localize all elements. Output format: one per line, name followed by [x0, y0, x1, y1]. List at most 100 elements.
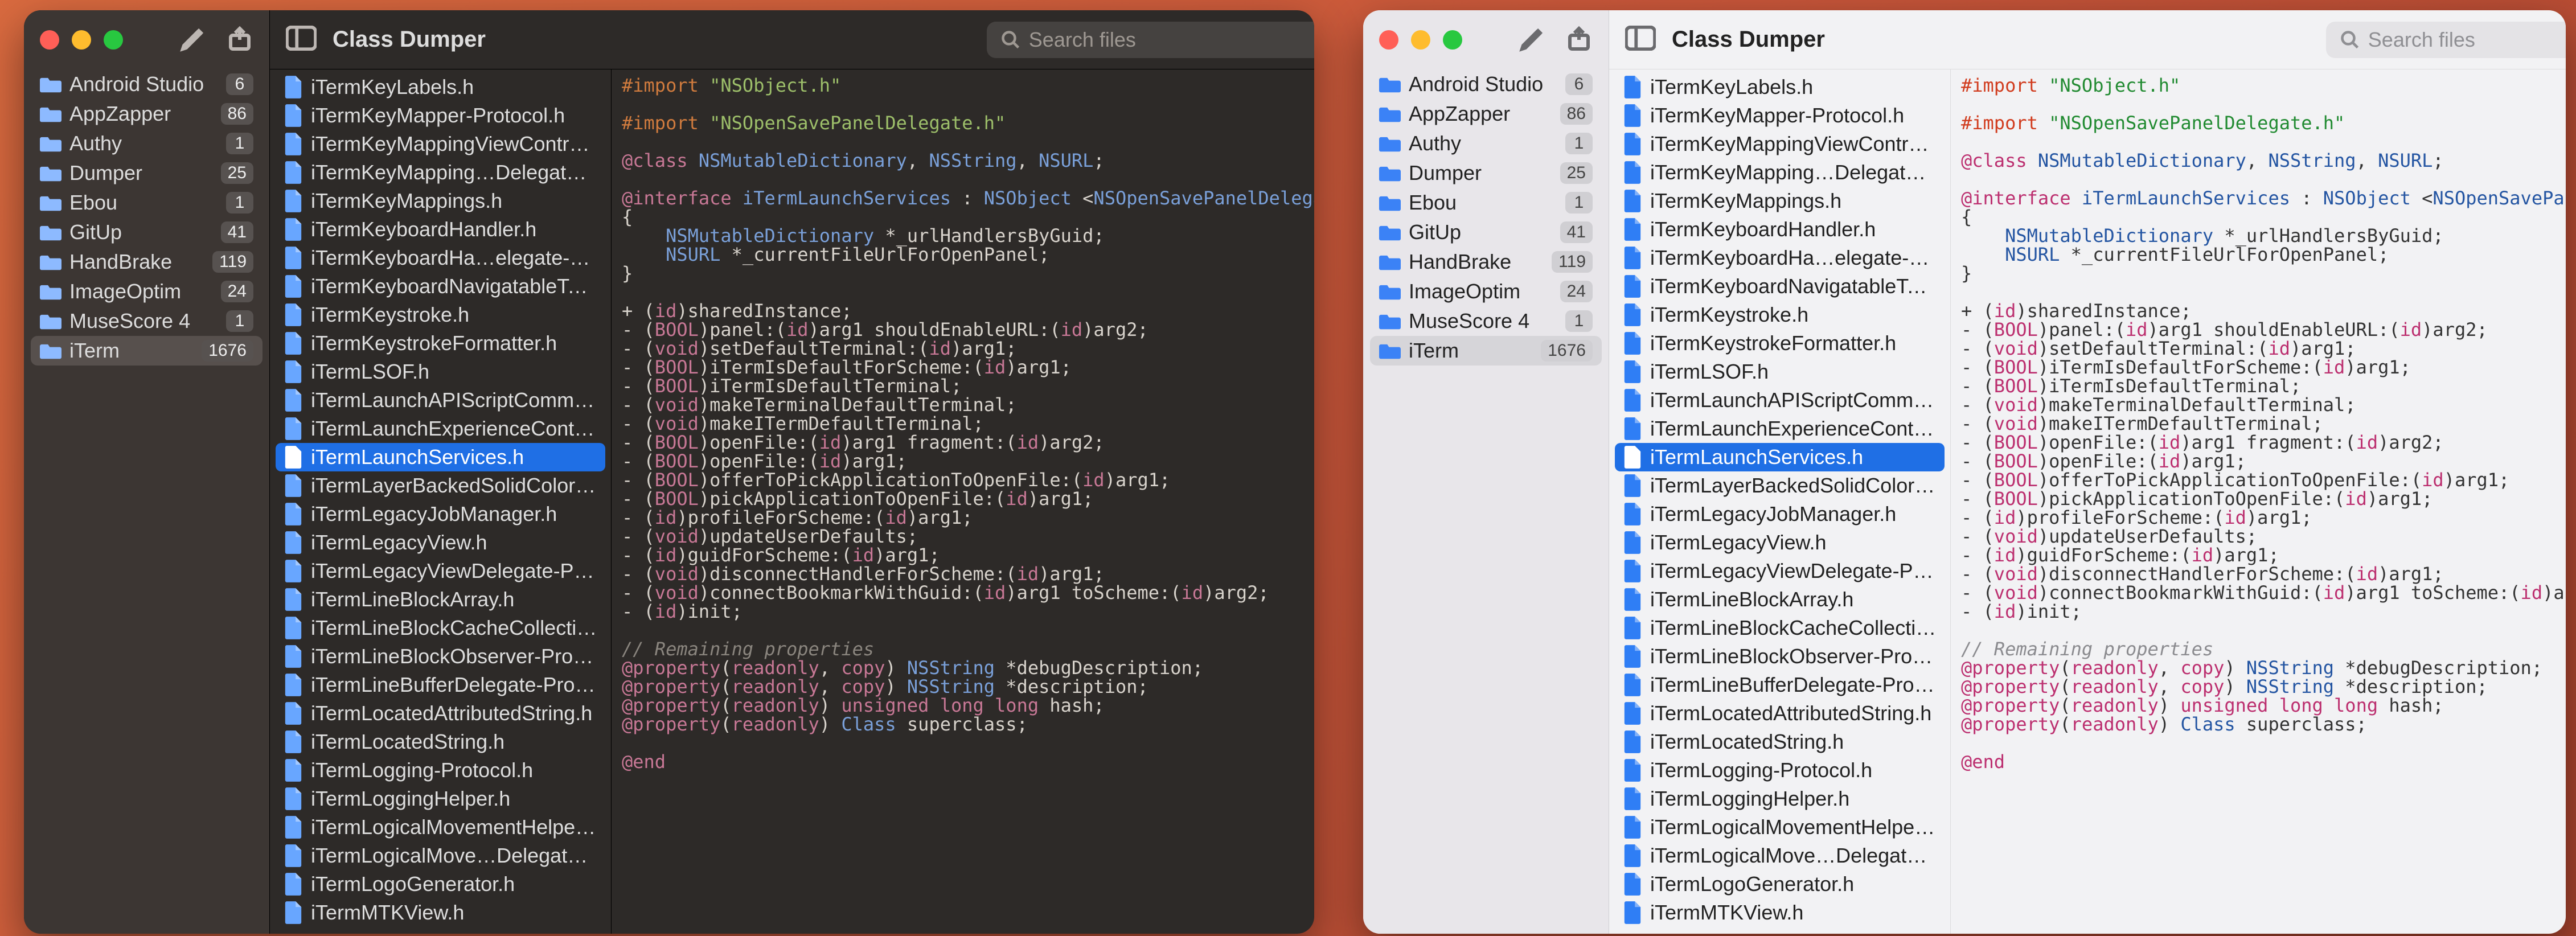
search-field[interactable]: [2326, 22, 2566, 58]
file-item[interactable]: iTermKeyMapper-Protocol.h: [276, 101, 605, 130]
sidebar-toggle-button[interactable]: [1625, 26, 1656, 54]
file-item[interactable]: iTermLocatedAttributedString.h: [276, 699, 605, 728]
file-item[interactable]: iTermKeyboardHandler.h: [276, 215, 605, 244]
file-item[interactable]: iTermKeyMapping…Delegate-Protocol.h: [1615, 158, 1945, 187]
file-item[interactable]: iTermKeyboardNavigatableTableView.h: [276, 272, 605, 301]
file-item[interactable]: iTermLaunchAPIScriptCommand.h: [1615, 386, 1945, 414]
file-item[interactable]: iTermKeyboardHa…elegate-Protocol.h: [276, 244, 605, 272]
export-button[interactable]: [226, 25, 253, 55]
app-item[interactable]: ImageOptim24: [31, 277, 262, 306]
app-item[interactable]: GitUp41: [31, 217, 262, 247]
file-item[interactable]: iTermKeystroke.h: [276, 301, 605, 329]
file-item[interactable]: iTermLayerBackedSolidColorView.h: [1615, 471, 1945, 500]
edit-button[interactable]: [1519, 25, 1546, 55]
export-button[interactable]: [1565, 25, 1593, 55]
app-item[interactable]: GitUp41: [1370, 217, 1602, 247]
file-item[interactable]: iTermLocatedString.h: [276, 728, 605, 756]
file-item[interactable]: iTermKeyMappings.h: [1615, 187, 1945, 215]
file-item[interactable]: iTermLegacyView.h: [276, 528, 605, 557]
app-item[interactable]: Dumper25: [1370, 158, 1602, 188]
file-item[interactable]: iTermLineBufferDelegate-Protocol.h: [276, 671, 605, 699]
file-item[interactable]: iTermLegacyViewDelegate-Protocol.h: [1615, 557, 1945, 585]
search-field[interactable]: [987, 22, 1314, 58]
file-item[interactable]: iTermKeystrokeFormatter.h: [1615, 329, 1945, 358]
file-item[interactable]: iTermKeyboardNavigatableTableView.h: [1615, 272, 1945, 301]
file-item[interactable]: iTermLineBlockArray.h: [1615, 585, 1945, 614]
file-item[interactable]: iTermLegacyViewDelegate-Protocol.h: [276, 557, 605, 585]
file-item[interactable]: iTermKeyMappingViewController.h: [1615, 130, 1945, 158]
file-item[interactable]: iTermLoggingHelper.h: [276, 785, 605, 813]
file-item[interactable]: iTermLineBlockObserver-Protocol.h: [276, 642, 605, 671]
file-item[interactable]: iTermLogging-Protocol.h: [276, 756, 605, 785]
app-item[interactable]: Ebou1: [31, 188, 262, 217]
document-icon: [1623, 645, 1642, 668]
app-item[interactable]: Ebou1: [1370, 188, 1602, 217]
search-input[interactable]: [2368, 28, 2566, 52]
file-item[interactable]: iTermLoggingHelper.h: [1615, 785, 1945, 813]
file-item[interactable]: iTermMTKView.h: [1615, 898, 1945, 927]
file-item-name: iTermLineBufferDelegate-Protocol.h: [1650, 673, 1937, 697]
app-item[interactable]: AppZapper86: [1370, 99, 1602, 129]
close-window-button[interactable]: [1379, 30, 1398, 50]
zoom-window-button[interactable]: [104, 30, 123, 50]
file-item[interactable]: iTermLogoGenerator.h: [276, 870, 605, 898]
file-item[interactable]: iTermLogicalMove…Delegate-Protocol.h: [1615, 841, 1945, 870]
close-window-button[interactable]: [40, 30, 59, 50]
app-item[interactable]: AppZapper86: [31, 99, 262, 129]
sidebar-toggle-button[interactable]: [286, 26, 317, 54]
file-item[interactable]: iTermKeyLabels.h: [1615, 73, 1945, 101]
app-item[interactable]: iTerm1676: [1370, 336, 1602, 366]
app-item[interactable]: HandBrake119: [31, 247, 262, 277]
file-item[interactable]: iTermLaunchExperienceController.h: [276, 414, 605, 443]
file-item[interactable]: iTermLineBufferDelegate-Protocol.h: [1615, 671, 1945, 699]
file-item[interactable]: iTermLSOF.h: [1615, 358, 1945, 386]
file-item[interactable]: iTermLogging-Protocol.h: [1615, 756, 1945, 785]
source-code-pane[interactable]: #import "NSObject.h" #import "NSOpenSave…: [612, 69, 1314, 934]
app-item[interactable]: MuseScore 41: [1370, 306, 1602, 336]
app-item[interactable]: ImageOptim24: [1370, 277, 1602, 306]
file-item[interactable]: iTermKeyboardHandler.h: [1615, 215, 1945, 244]
zoom-window-button[interactable]: [1443, 30, 1462, 50]
file-item[interactable]: iTermLegacyJobManager.h: [276, 500, 605, 528]
file-item[interactable]: iTermLaunchAPIScriptCommand.h: [276, 386, 605, 414]
file-item[interactable]: iTermKeyboardHa…elegate-Protocol.h: [1615, 244, 1945, 272]
file-item[interactable]: iTermKeyMapper-Protocol.h: [1615, 101, 1945, 130]
app-item[interactable]: HandBrake119: [1370, 247, 1602, 277]
file-item[interactable]: iTermKeyMappingViewController.h: [276, 130, 605, 158]
app-item[interactable]: iTerm1676: [31, 336, 262, 366]
file-item[interactable]: iTermLaunchServices.h: [1615, 443, 1945, 471]
minimize-window-button[interactable]: [1411, 30, 1430, 50]
file-item[interactable]: iTermLineBlockCacheCollection.h: [276, 614, 605, 642]
file-item[interactable]: iTermLineBlockArray.h: [276, 585, 605, 614]
file-item[interactable]: iTermLogicalMove…Delegate-Protocol.h: [276, 841, 605, 870]
app-item[interactable]: Dumper25: [31, 158, 262, 188]
file-item[interactable]: iTermLegacyJobManager.h: [1615, 500, 1945, 528]
file-item[interactable]: iTermLaunchExperienceController.h: [1615, 414, 1945, 443]
app-item[interactable]: Authy1: [1370, 129, 1602, 158]
edit-button[interactable]: [179, 25, 207, 55]
file-item[interactable]: iTermLocatedAttributedString.h: [1615, 699, 1945, 728]
minimize-window-button[interactable]: [72, 30, 91, 50]
file-item[interactable]: iTermKeystroke.h: [1615, 301, 1945, 329]
source-code-pane[interactable]: #import "NSObject.h" #import "NSOpenSave…: [1951, 69, 2566, 934]
search-input[interactable]: [1029, 28, 1314, 52]
file-item[interactable]: iTermLogoGenerator.h: [1615, 870, 1945, 898]
file-item[interactable]: iTermLaunchServices.h: [276, 443, 605, 471]
file-item[interactable]: iTermLSOF.h: [276, 358, 605, 386]
file-item[interactable]: iTermLogicalMovementHelper.h: [276, 813, 605, 841]
file-item[interactable]: iTermLineBlockObserver-Protocol.h: [1615, 642, 1945, 671]
app-item[interactable]: Android Studio6: [31, 69, 262, 99]
app-item[interactable]: Authy1: [31, 129, 262, 158]
file-item[interactable]: iTermLegacyView.h: [1615, 528, 1945, 557]
file-item[interactable]: iTermLayerBackedSolidColorView.h: [276, 471, 605, 500]
file-item[interactable]: iTermLineBlockCacheCollection.h: [1615, 614, 1945, 642]
file-item[interactable]: iTermLogicalMovementHelper.h: [1615, 813, 1945, 841]
app-item[interactable]: Android Studio6: [1370, 69, 1602, 99]
file-item[interactable]: iTermMTKView.h: [276, 898, 605, 927]
file-item[interactable]: iTermKeyMappings.h: [276, 187, 605, 215]
file-item[interactable]: iTermKeyLabels.h: [276, 73, 605, 101]
file-item[interactable]: iTermKeystrokeFormatter.h: [276, 329, 605, 358]
app-item[interactable]: MuseScore 41: [31, 306, 262, 336]
file-item[interactable]: iTermLocatedString.h: [1615, 728, 1945, 756]
file-item[interactable]: iTermKeyMapping…Delegate-Protocol.h: [276, 158, 605, 187]
